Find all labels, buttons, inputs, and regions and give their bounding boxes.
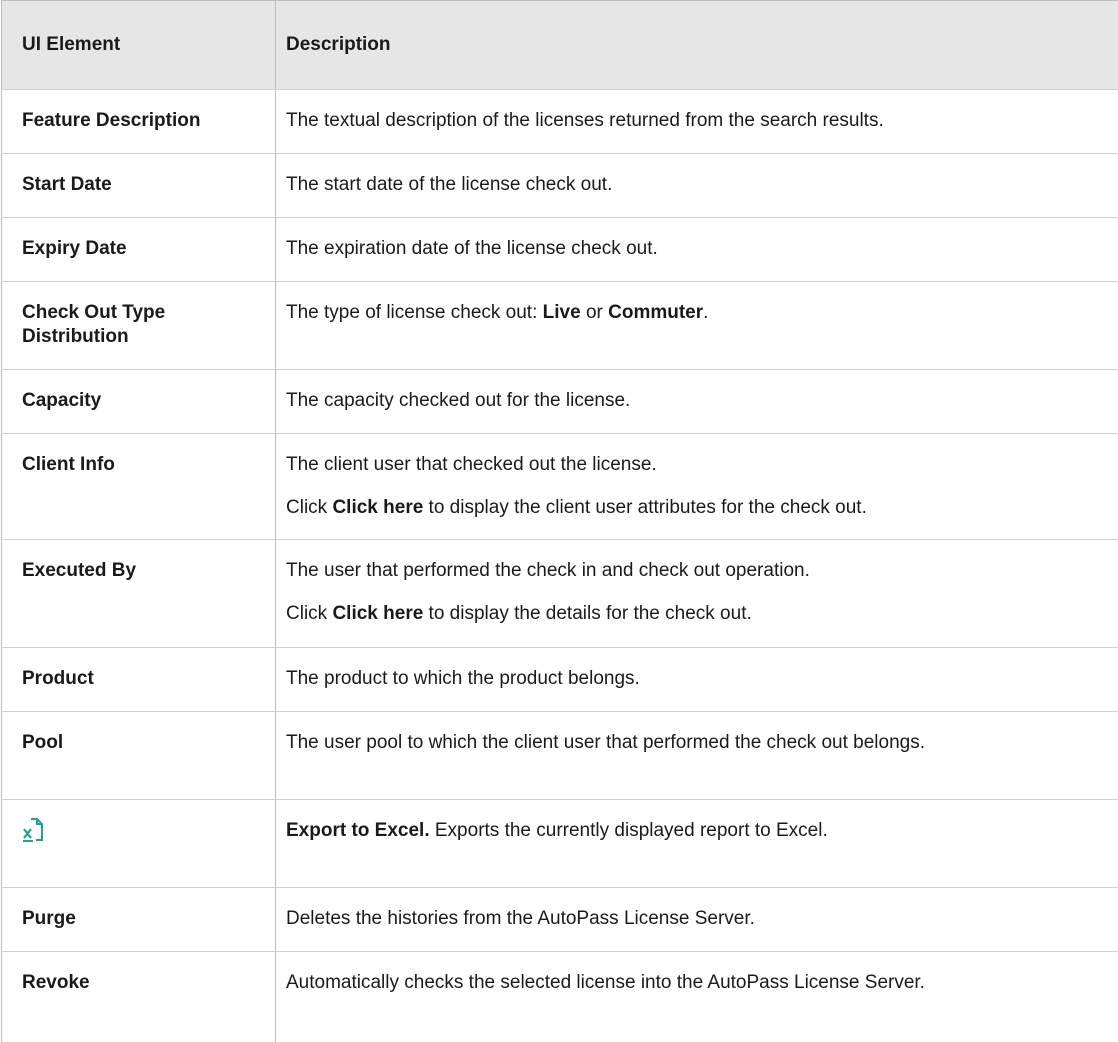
description-text-part: or [581, 302, 608, 323]
description-cell: Automatically checks the selected licens… [276, 952, 1118, 1042]
table-row: Start Date The start date of the license… [2, 154, 1118, 218]
element-name: Check Out Type Distribution [22, 282, 212, 349]
click-here-label: Click here [332, 497, 423, 518]
description-cell: Deletes the histories from the AutoPass … [276, 888, 1118, 952]
table-row: Pool The user pool to which the client u… [2, 712, 1118, 800]
element-name: Feature Description [22, 90, 265, 133]
table-row: Product The product to which the product… [2, 648, 1118, 712]
description-cell: The start date of the license check out. [276, 154, 1118, 218]
element-name: Client Info [22, 434, 265, 477]
description-cell: The textual description of the licenses … [276, 90, 1118, 154]
description-text: Automatically checks the selected licens… [286, 952, 1046, 995]
description-text: The user pool to which the client user t… [286, 712, 1046, 755]
element-cell: Executed By [2, 540, 276, 648]
description-text: The client user that checked out the lic… [286, 434, 1108, 477]
element-cell [2, 800, 276, 888]
table-header-row: UI Element Description [2, 1, 1118, 90]
description-text: Deletes the histories from the AutoPass … [286, 888, 1108, 931]
description-text: The user that performed the check in and… [286, 540, 1108, 583]
table-row: Feature Description The textual descript… [2, 90, 1118, 154]
option-commuter: Commuter [608, 302, 703, 323]
description-text: The textual description of the licenses … [286, 90, 1108, 133]
table-row: Executed By The user that performed the … [2, 540, 1118, 648]
description-cell: The capacity checked out for the license… [276, 370, 1118, 434]
element-cell: Start Date [2, 154, 276, 218]
element-name: Start Date [22, 154, 265, 197]
element-cell: Pool [2, 712, 276, 800]
description-text: The start date of the license check out. [286, 154, 1108, 197]
element-cell: Expiry Date [2, 218, 276, 282]
description-text: Click Click here to display the details … [286, 583, 1108, 626]
element-cell: Purge [2, 888, 276, 952]
table-row: Expiry Date The expiration date of the l… [2, 218, 1118, 282]
table-row: Revoke Automatically checks the selected… [2, 952, 1118, 1042]
element-name: Revoke [22, 952, 265, 995]
description-text-part: Exports the currently displayed report t… [430, 820, 828, 841]
element-name: Capacity [22, 370, 265, 413]
excel-export-icon[interactable] [22, 817, 44, 843]
description-cell: The user pool to which the client user t… [276, 712, 1118, 800]
element-name: Expiry Date [22, 218, 265, 261]
element-cell: Feature Description [2, 90, 276, 154]
export-to-excel-label: Export to Excel. [286, 820, 430, 841]
description-text-part: to display the details for the check out… [423, 603, 751, 624]
element-cell: Client Info [2, 434, 276, 540]
table-row: Client Info The client user that checked… [2, 434, 1118, 540]
description-text: The capacity checked out for the license… [286, 370, 1108, 413]
description-text: Export to Excel. Exports the currently d… [286, 800, 1108, 843]
element-name: Pool [22, 712, 265, 755]
description-text: The expiration date of the license check… [286, 218, 1108, 261]
description-text: Click Click here to display the client u… [286, 477, 1108, 520]
description-text: The product to which the product belongs… [286, 648, 1108, 691]
description-cell: The user that performed the check in and… [276, 540, 1118, 648]
element-name: Purge [22, 888, 265, 931]
table-row: Purge Deletes the histories from the Aut… [2, 888, 1118, 952]
element-cell: Check Out Type Distribution [2, 282, 276, 370]
table-row: Export to Excel. Exports the currently d… [2, 800, 1118, 888]
description-text-part: to display the client user attributes fo… [423, 497, 867, 518]
table-row: Check Out Type Distribution The type of … [2, 282, 1118, 370]
description-text-part: The type of license check out: [286, 302, 543, 323]
header-description: Description [276, 1, 1118, 90]
element-name: Executed By [22, 540, 265, 583]
table-row: Capacity The capacity checked out for th… [2, 370, 1118, 434]
element-cell: Revoke [2, 952, 276, 1042]
element-cell: Product [2, 648, 276, 712]
description-text-part: . [703, 302, 708, 323]
element-name: Product [22, 648, 265, 691]
description-cell: Export to Excel. Exports the currently d… [276, 800, 1118, 888]
header-ui-element: UI Element [2, 1, 276, 90]
element-cell: Capacity [2, 370, 276, 434]
ui-elements-table: UI Element Description Feature Descripti… [1, 0, 1118, 1042]
description-text: The type of license check out: Live or C… [286, 282, 1108, 325]
description-cell: The product to which the product belongs… [276, 648, 1118, 712]
description-text-part: Click [286, 497, 332, 518]
description-cell: The client user that checked out the lic… [276, 434, 1118, 540]
click-here-label: Click here [332, 603, 423, 624]
description-text-part: Click [286, 603, 332, 624]
description-cell: The expiration date of the license check… [276, 218, 1118, 282]
description-cell: The type of license check out: Live or C… [276, 282, 1118, 370]
option-live: Live [543, 302, 581, 323]
